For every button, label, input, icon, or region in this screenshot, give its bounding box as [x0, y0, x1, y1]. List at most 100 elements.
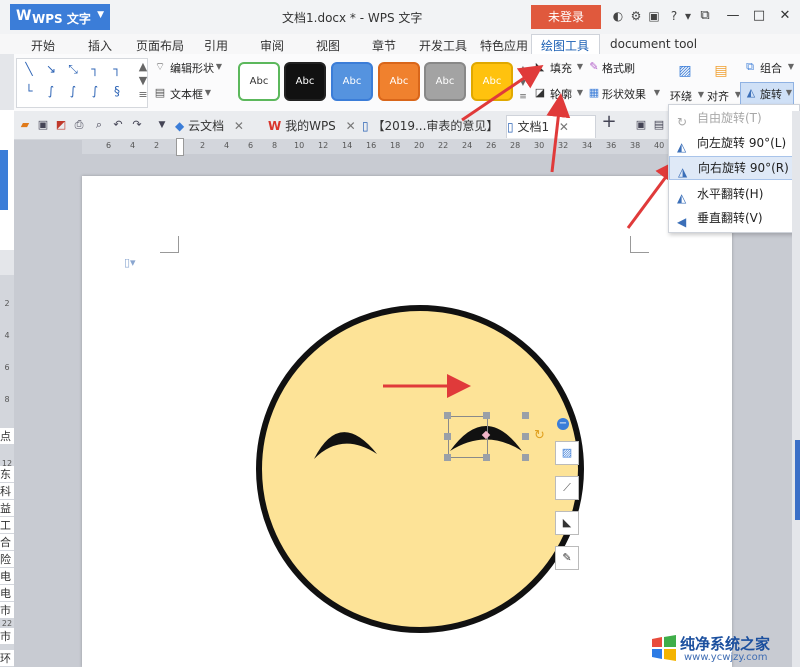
- gallery-more-icon[interactable]: ≡: [136, 88, 150, 102]
- format-painter-button[interactable]: 格式刷: [602, 60, 635, 76]
- help-icon[interactable]: ?: [667, 9, 681, 23]
- print-icon[interactable]: ⎙: [72, 118, 86, 132]
- tab-page-layout[interactable]: 页面布局: [136, 37, 184, 54]
- tab-review[interactable]: 审阅: [260, 37, 284, 54]
- tab-view[interactable]: 视图: [316, 37, 340, 54]
- close-icon[interactable]: ✕: [234, 119, 244, 133]
- skin-icon[interactable]: ◐: [611, 9, 625, 23]
- line-shape-icon[interactable]: ╲: [20, 60, 38, 78]
- app-menu-button[interactable]: W WPS 文字 ▼: [10, 4, 110, 30]
- tab-insert[interactable]: 插入: [88, 37, 112, 54]
- tab-menu-icon[interactable]: ▤: [652, 118, 666, 132]
- horizontal-ruler[interactable]: 6 4 2 2 4 6 8 10 12 14 16 18 20 22 24 26…: [82, 138, 678, 156]
- elbow-arrow-icon[interactable]: ┐: [108, 60, 126, 78]
- settings-icon[interactable]: ⚙: [629, 9, 643, 23]
- resize-handle[interactable]: [522, 454, 529, 461]
- tab-list-icon[interactable]: ▣: [634, 118, 648, 132]
- tab-document-tool[interactable]: document tool: [610, 37, 697, 51]
- curve-arrow-icon[interactable]: ∫: [64, 82, 82, 100]
- vertical-scrollbar[interactable]: [792, 111, 800, 667]
- fill-button[interactable]: 填充: [550, 60, 572, 76]
- maximize-icon[interactable]: □: [748, 6, 770, 26]
- group-button[interactable]: 组合: [760, 60, 782, 76]
- export-pdf-icon[interactable]: ◩: [54, 118, 68, 132]
- open-icon[interactable]: ▰: [18, 118, 32, 132]
- menu-item-rotate-right[interactable]: ◮ 向右旋转 90°(R): [669, 156, 797, 180]
- minimize-icon[interactable]: —: [722, 6, 744, 26]
- redo-icon[interactable]: ↷: [130, 118, 144, 132]
- shape-effect-button[interactable]: 形状效果: [602, 86, 646, 102]
- resize-handle[interactable]: [522, 433, 529, 440]
- menu-item-free-rotate[interactable]: ↻ 自由旋转(T): [669, 107, 797, 129]
- tab-cloud-docs[interactable]: ◆ 云文档 ✕: [175, 115, 263, 137]
- resize-handle[interactable]: [444, 412, 451, 419]
- save-icon[interactable]: ▣: [36, 118, 50, 132]
- style-preset-white[interactable]: Abc: [238, 62, 280, 101]
- curve-double-arrow-icon[interactable]: ∫: [86, 82, 104, 100]
- selection-frame[interactable]: [448, 416, 488, 458]
- tab-document1[interactable]: ▯ 文档1 ✕: [506, 115, 596, 138]
- tab-my-wps[interactable]: W 我的WPS ✕: [268, 115, 358, 137]
- tab-references[interactable]: 引用: [204, 37, 228, 54]
- double-arrow-icon[interactable]: ⤡: [64, 60, 82, 78]
- resize-handle[interactable]: [522, 412, 529, 419]
- gallery-up-icon[interactable]: ▲: [136, 60, 150, 74]
- text-box-button[interactable]: 文本框: [170, 86, 203, 102]
- resize-handle[interactable]: [483, 412, 490, 419]
- smiley-drawing[interactable]: [82, 176, 732, 667]
- elbow-connector-icon[interactable]: ┐: [86, 60, 104, 78]
- gallery-more-icon[interactable]: ≡: [516, 90, 530, 104]
- style-preset-yellow[interactable]: Abc: [471, 62, 513, 101]
- rotate-handle-icon[interactable]: ↻: [534, 428, 545, 443]
- elbow-arrow-icon[interactable]: └: [20, 82, 38, 100]
- shape-style-icon[interactable]: ⟋: [555, 476, 579, 500]
- style-preset-blue[interactable]: Abc: [331, 62, 373, 101]
- layout-options-icon[interactable]: ▨: [555, 441, 579, 465]
- more-icon[interactable]: ▾: [681, 9, 695, 23]
- print-preview-icon[interactable]: ⌕: [92, 118, 106, 132]
- wrap-button[interactable]: 环绕: [670, 88, 692, 104]
- indent-marker[interactable]: [176, 138, 184, 156]
- restore-icon[interactable]: ⧉: [694, 6, 716, 26]
- tab-developer[interactable]: 开发工具: [419, 37, 467, 54]
- account-icon[interactable]: ▣: [647, 9, 661, 23]
- tab-chapter[interactable]: 章节: [372, 37, 396, 54]
- new-tab-icon[interactable]: +: [600, 113, 618, 135]
- outline-button[interactable]: 轮廓: [550, 86, 572, 102]
- login-button[interactable]: 未登录: [531, 5, 601, 29]
- edit-shape-button[interactable]: 编辑形状: [170, 60, 214, 76]
- resize-handle[interactable]: [444, 433, 451, 440]
- style-preset-orange[interactable]: Abc: [378, 62, 420, 101]
- resize-handle[interactable]: [444, 454, 451, 461]
- align-button[interactable]: 对齐: [707, 88, 729, 104]
- tab-drawing-tools[interactable]: 绘图工具: [541, 37, 589, 54]
- chevron-down-icon: ▼: [204, 88, 212, 97]
- curve-shape-icon[interactable]: ∫: [42, 82, 60, 100]
- chevron-down-icon[interactable]: ▼: [155, 118, 169, 132]
- collapse-icon[interactable]: −: [557, 418, 569, 430]
- tab-review-doc[interactable]: ▯ 【2019...审表的意见】 ✕: [362, 115, 502, 155]
- undo-icon[interactable]: ↶: [111, 118, 125, 132]
- menu-item-flip-horizontal[interactable]: ◭ 水平翻转(H): [669, 183, 797, 205]
- watermark-url: www.ycwjzy.com: [684, 652, 768, 663]
- fill-bucket-icon[interactable]: ◣: [555, 511, 579, 535]
- outline-pen-icon[interactable]: ✎: [555, 546, 579, 570]
- tab-home[interactable]: 开始: [31, 37, 55, 54]
- gallery-down-icon[interactable]: ▼: [516, 76, 530, 90]
- style-preset-gray[interactable]: Abc: [424, 62, 466, 101]
- scrollbar-thumb[interactable]: [795, 440, 800, 520]
- close-icon[interactable]: ✕: [559, 120, 569, 134]
- close-icon[interactable]: ✕: [346, 119, 356, 133]
- menu-item-rotate-left[interactable]: ◭ 向左旋转 90°(L): [669, 132, 797, 154]
- resize-handle[interactable]: [483, 454, 490, 461]
- style-preset-black[interactable]: Abc: [284, 62, 326, 101]
- gallery-down-icon[interactable]: ▼: [136, 74, 150, 88]
- close-icon[interactable]: ✕: [774, 6, 796, 26]
- tab-features[interactable]: 特色应用: [480, 37, 528, 54]
- arrow-line-icon[interactable]: ↘: [42, 60, 60, 78]
- menu-item-flip-vertical[interactable]: ◀ 垂直翻转(V): [669, 207, 797, 229]
- freeform-icon[interactable]: §: [108, 82, 126, 100]
- gallery-up-icon[interactable]: ▲: [516, 62, 530, 76]
- flip-vertical-icon: ◀: [677, 215, 687, 229]
- document-page[interactable]: ▯▾ ↻ − ▨ ⟋ ◣ ✎: [82, 176, 732, 667]
